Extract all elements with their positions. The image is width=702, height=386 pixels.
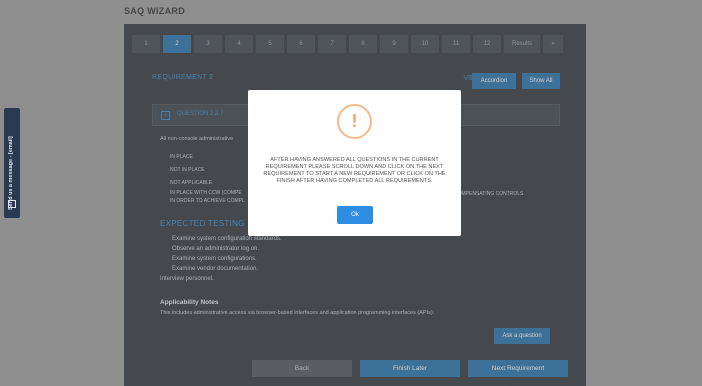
ok-button[interactable]: Ok xyxy=(337,206,373,224)
warning-icon: ! xyxy=(337,104,372,139)
feedback-tab-label: Send us a message - [email] xyxy=(8,136,14,210)
modal-message: AFTER HAVING ANSWERED ALL QUESTIONS IN T… xyxy=(263,157,446,184)
alert-modal: ! AFTER HAVING ANSWERED ALL QUESTIONS IN… xyxy=(248,90,461,236)
